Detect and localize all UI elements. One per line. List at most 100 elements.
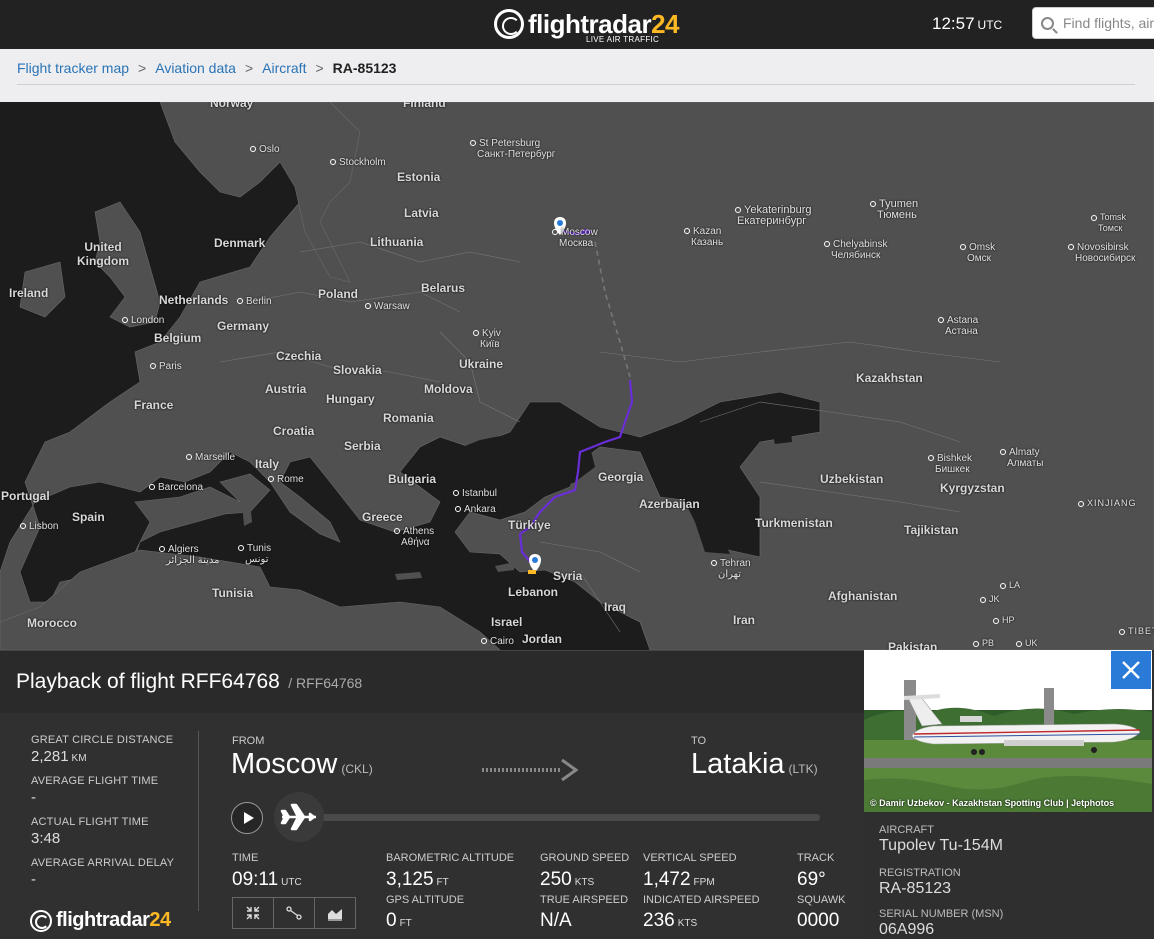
- map-country-label: Germany: [217, 319, 270, 333]
- search-box[interactable]: [1032, 7, 1154, 39]
- map-city-label: London: [122, 315, 164, 326]
- map-country-label: Poland: [318, 287, 359, 301]
- map-city-label: Tunis تونس: [238, 543, 271, 565]
- land-crete: [395, 572, 422, 580]
- map-city-label: Athens Αθήνα: [394, 526, 434, 548]
- indicated-airspeed-label: INDICATED AIRSPEED: [643, 894, 760, 906]
- playback-slider-handle[interactable]: [274, 792, 324, 842]
- ground-speed-label: GROUND SPEED: [540, 852, 630, 864]
- registration-label: REGISTRATION: [879, 867, 961, 879]
- fit-to-view-button[interactable]: [233, 898, 274, 928]
- serial-number-value: 06A996: [879, 921, 935, 938]
- playback-timeline[interactable]: [300, 814, 820, 821]
- map-country-label: Pakistan: [888, 640, 938, 650]
- stat-value: 3:48: [31, 830, 61, 847]
- flight-stats: GREAT CIRCLE DISTANCE 2,281 KM AVERAGE FL…: [31, 734, 196, 898]
- map-region-label: TIBET: [1119, 626, 1154, 637]
- breadcrumb-aircraft[interactable]: Aircraft: [262, 60, 306, 76]
- map-city-label: Kazan Казань: [684, 226, 723, 248]
- map-country-label: Slovakia: [333, 363, 382, 377]
- map-country-label: Denmark: [214, 236, 266, 250]
- map-country-label: Iraq: [604, 600, 627, 614]
- map-country-label: Estonia: [397, 170, 441, 184]
- playback-title: Playback of flight RFF64768: [16, 670, 280, 693]
- logo-tagline: LIVE AIR TRAFFIC: [586, 35, 660, 44]
- map-country-label: Serbia: [344, 439, 381, 453]
- breadcrumb-separator: >: [315, 60, 324, 76]
- aircraft-photo[interactable]: © Damir Uzbekov - Kazakhstan Spotting Cl…: [864, 650, 1152, 812]
- route-arrow-icon: [482, 758, 579, 782]
- radar-logo-icon: [30, 909, 52, 932]
- panel-header: Playback of flight RFF64768 / RFF64768: [0, 651, 864, 713]
- play-button[interactable]: [231, 802, 263, 834]
- true-airspeed-label: TRUE AIRSPEED: [540, 894, 629, 906]
- map-country-label: Austria: [265, 382, 307, 396]
- map-city-label: Yekaterinburg Екатеринбург: [737, 204, 812, 227]
- map-country-label: Syria: [553, 569, 583, 583]
- aircraft-type-value[interactable]: Tupolev Tu-154M: [879, 837, 1003, 855]
- map-city-label: Novosibirsk Новосибирск: [1068, 242, 1135, 264]
- route-toggle-button[interactable]: [274, 898, 315, 928]
- map-region-label: XINJIANG: [1078, 498, 1137, 509]
- aircraft-photo-image: [864, 650, 1152, 812]
- map-city-label: Rome: [268, 474, 304, 485]
- true-airspeed-value: N/A: [540, 910, 572, 931]
- registration-value[interactable]: RA-85123: [879, 880, 951, 898]
- radar-logo-icon: [494, 9, 524, 39]
- map-city-label: Paris: [150, 361, 182, 372]
- aircraft-card: © Damir Uzbekov - Kazakhstan Spotting Cl…: [864, 650, 1154, 939]
- map-country-label: Finland: [403, 102, 446, 110]
- map-city-label: Barcelona: [149, 482, 203, 493]
- page-root: flightradar24 LIVE AIR TRAFFIC 12:57 UTC …: [0, 0, 1154, 939]
- map-city-label: Stockholm: [330, 157, 386, 168]
- map-city-label: Warsaw: [365, 301, 410, 312]
- map-city-label: Moscow Москва: [552, 227, 598, 249]
- collapse-arrows-icon: [246, 906, 260, 920]
- breadcrumb-divider: [17, 84, 1135, 85]
- stat-value: 2,281 KM: [31, 748, 87, 765]
- search-icon: [1041, 16, 1054, 30]
- breadcrumb-aviation-data[interactable]: Aviation data: [155, 60, 236, 76]
- stat-value: -: [31, 789, 36, 806]
- map-country-label: Netherlands: [159, 293, 229, 307]
- altitude-graph-button[interactable]: [315, 898, 355, 928]
- search-input[interactable]: [1063, 15, 1154, 31]
- map-country-label: Belarus: [421, 281, 466, 295]
- to-label: TO: [691, 735, 707, 747]
- stat-label: AVERAGE FLIGHT TIME: [31, 775, 159, 787]
- logo-number: 24: [651, 8, 679, 39]
- breadcrumb-flight-tracker-map[interactable]: Flight tracker map: [17, 60, 129, 76]
- stat-label: GREAT CIRCLE DISTANCE: [31, 734, 174, 746]
- footer-logo[interactable]: flightradar24: [30, 909, 171, 932]
- map-city-label: Lisbon: [20, 521, 58, 532]
- land-cyprus: [495, 562, 515, 572]
- map-country-label: Jordan: [522, 632, 563, 646]
- map-country-label: Croatia: [273, 424, 315, 438]
- breadcrumb: Flight tracker map > Aviation data > Air…: [17, 60, 396, 76]
- origin-city[interactable]: Moscow (CKL): [231, 748, 373, 781]
- ground-speed-value: 250 KTS: [540, 869, 595, 890]
- chart-area-icon: [328, 909, 342, 921]
- flight-playback-panel: Playback of flight RFF64768 / RFF64768 G…: [0, 650, 864, 939]
- vertical-speed-value: 1,472 FPM: [643, 869, 715, 890]
- map-city-label: Algiers مدينة الجزائر: [159, 544, 219, 566]
- map-country-label: Kyrgyzstan: [940, 481, 1005, 495]
- map-country-label: Moldova: [424, 382, 473, 396]
- close-icon: [1122, 661, 1140, 679]
- flightradar-logo[interactable]: flightradar24 LIVE AIR TRAFFIC: [494, 4, 679, 44]
- map-region-label: UK: [1016, 638, 1038, 649]
- baro-altitude-label: BAROMETRIC ALTITUDE: [386, 852, 515, 864]
- map-city-label: Bishkek Бишкек: [928, 453, 972, 475]
- map-country-label: Greece: [362, 510, 403, 524]
- destination-city[interactable]: Latakia (LTK): [691, 748, 818, 781]
- flight-map[interactable]: Norway Finland Estonia Latvia Lithuania …: [0, 102, 1154, 650]
- top-bar: flightradar24 LIVE AIR TRAFFIC 12:57 UTC: [0, 0, 1154, 49]
- map-city-label: Kyiv Київ: [473, 328, 501, 350]
- map-region-label: HP: [993, 615, 1015, 626]
- map-city-label: Cairo: [481, 636, 514, 647]
- stat-value: -: [31, 871, 36, 888]
- close-button[interactable]: [1111, 651, 1151, 689]
- photo-credit[interactable]: © Damir Uzbekov - Kazakhstan Spotting Cl…: [870, 798, 1114, 808]
- map-country-label: Latvia: [404, 206, 439, 220]
- airplane-icon: [280, 803, 316, 831]
